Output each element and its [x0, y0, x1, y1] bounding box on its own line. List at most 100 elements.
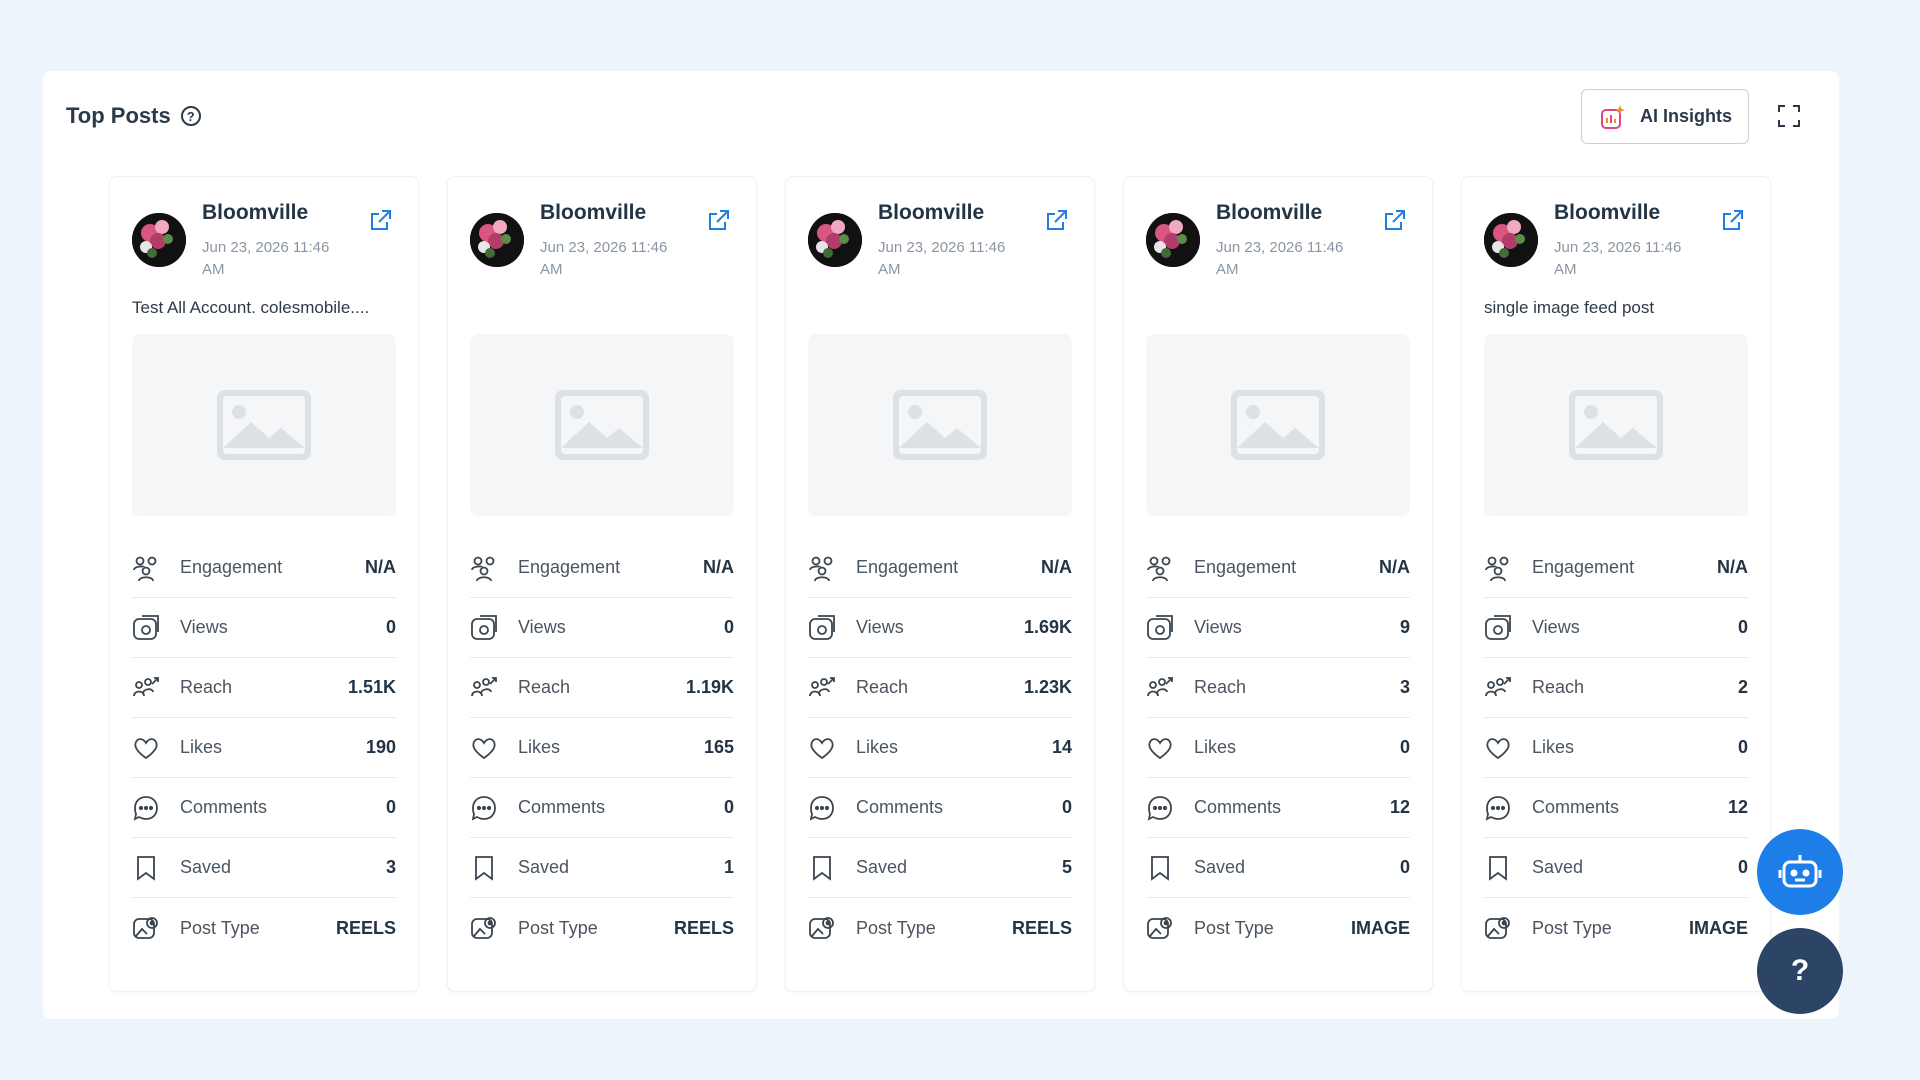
metric-likes: Likes 0	[1484, 718, 1748, 778]
reach-icon	[1484, 674, 1512, 702]
external-link-icon[interactable]	[706, 209, 730, 233]
post-card-header: Bloomville Jun 23, 2026 11:46 AM	[132, 177, 396, 292]
metric-engagement: Engagement N/A	[1146, 538, 1410, 598]
external-link-icon[interactable]	[368, 209, 392, 233]
metric-post-type: Post Type REELS	[470, 898, 734, 958]
post-cards: Bloomville Jun 23, 2026 11:46 AM Test Al…	[109, 176, 1771, 992]
views-icon	[808, 614, 836, 642]
metric-value: IMAGE	[1350, 917, 1410, 938]
metric-value: REELS	[1011, 917, 1072, 938]
metric-post-type: Post Type REELS	[808, 898, 1072, 958]
post-date: Jun 23, 2026 11:46 AM	[202, 239, 330, 278]
metric-value: 165	[703, 737, 734, 757]
metric-reach: Reach 2	[1484, 658, 1748, 718]
avatar	[132, 213, 186, 267]
metric-post-type: Post Type IMAGE	[1146, 898, 1410, 958]
panel-title-wrap: Top Posts ?	[66, 103, 201, 129]
external-link-icon[interactable]	[1044, 209, 1068, 233]
bookmark-icon	[132, 854, 160, 882]
metric-label: Post Type	[1194, 917, 1274, 938]
views-icon	[470, 614, 498, 642]
metric-value: 0	[1737, 617, 1748, 637]
engagement-icon	[470, 554, 498, 582]
metric-engagement: Engagement N/A	[808, 538, 1072, 598]
metric-engagement: Engagement N/A	[470, 538, 734, 598]
external-link-icon[interactable]	[1382, 209, 1406, 233]
image-placeholder-icon	[893, 390, 987, 460]
heart-icon	[1146, 734, 1174, 762]
metric-label: Comments	[856, 797, 944, 817]
metric-label: Saved	[856, 857, 908, 877]
comment-icon	[1484, 794, 1512, 822]
bookmark-icon	[1146, 854, 1174, 882]
metric-label: Reach	[518, 677, 571, 697]
external-link-icon[interactable]	[1720, 209, 1744, 233]
metric-label: Saved	[1532, 857, 1584, 877]
engagement-icon	[1146, 554, 1174, 582]
metric-value: 1	[723, 857, 734, 877]
heart-icon	[470, 734, 498, 762]
views-icon	[132, 614, 160, 642]
metric-reach: Reach 3	[1146, 658, 1410, 718]
metric-likes: Likes 14	[808, 718, 1072, 778]
metric-label: Likes	[1532, 737, 1575, 757]
metric-label: Comments	[1194, 797, 1282, 817]
heart-icon	[1484, 734, 1512, 762]
bookmark-icon	[808, 854, 836, 882]
post-card-header: Bloomville Jun 23, 2026 11:46 AM	[1146, 177, 1410, 292]
post-metrics: Engagement N/A Views 9 Reach 3 Likes 0 Comments 1…	[1146, 538, 1410, 958]
post-media-placeholder	[132, 334, 396, 516]
reach-icon	[132, 674, 160, 702]
ai-insights-label: AI Insights	[1640, 106, 1733, 126]
chatbot-button[interactable]	[1757, 829, 1843, 915]
metric-value: 12	[1727, 797, 1748, 817]
metric-label: Views	[1532, 617, 1580, 637]
ai-insights-button[interactable]: AI Insights	[1581, 89, 1749, 144]
metric-label: Engagement	[518, 557, 621, 577]
post-caption: single image feed post	[1484, 298, 1655, 317]
bookmark-icon	[470, 854, 498, 882]
metric-likes: Likes 190	[132, 718, 396, 778]
post-type-icon	[1146, 914, 1174, 942]
post-card-header: Bloomville Jun 23, 2026 11:46 AM	[470, 177, 734, 292]
fullscreen-icon	[1778, 105, 1800, 127]
avatar	[1484, 213, 1538, 267]
metric-value: REELS	[335, 917, 396, 938]
metric-value: 0	[1737, 857, 1748, 877]
metric-label: Likes	[180, 737, 223, 757]
post-date: Jun 23, 2026 11:46 AM	[540, 239, 668, 278]
post-date: Jun 23, 2026 11:46 AM	[1554, 239, 1682, 278]
post-date: Jun 23, 2026 11:46 AM	[1216, 239, 1344, 278]
post-media-placeholder	[1484, 334, 1748, 516]
heart-icon	[132, 734, 160, 762]
account-name: Bloomville	[202, 201, 309, 224]
metric-value: 0	[723, 617, 734, 637]
metric-label: Views	[1194, 617, 1242, 637]
ai-chart-sparkle-icon	[1601, 104, 1625, 129]
question-circle-icon[interactable]: ?	[180, 106, 201, 126]
metric-label: Likes	[1194, 737, 1237, 757]
fullscreen-button[interactable]	[1767, 94, 1811, 138]
post-card-1: Bloomville Jun 23, 2026 11:46 AM Test Al…	[109, 176, 419, 992]
metric-label: Engagement	[856, 557, 959, 577]
post-metrics: Engagement N/A Views 1.69K Reach 1.23K Likes 14…	[808, 538, 1072, 958]
metric-value: 9	[1399, 617, 1410, 637]
post-card-header: Bloomville Jun 23, 2026 11:46 AM	[1484, 177, 1748, 292]
metric-value: N/A	[1379, 557, 1410, 577]
help-button[interactable]: ?	[1757, 928, 1843, 1014]
post-media-placeholder	[808, 334, 1072, 516]
post-caption	[470, 292, 734, 334]
metric-post-type: Post Type REELS	[132, 898, 396, 958]
post-caption	[808, 292, 1072, 334]
metric-label: Comments	[518, 797, 606, 817]
metric-label: Engagement	[1194, 557, 1297, 577]
image-placeholder-icon	[555, 390, 649, 460]
metric-label: Likes	[518, 737, 561, 757]
post-media-placeholder	[470, 334, 734, 516]
metric-saved: Saved 5	[808, 838, 1072, 898]
metric-value: 1.23K	[1023, 677, 1072, 697]
metric-label: Saved	[1194, 857, 1246, 877]
metric-label: Reach	[180, 677, 233, 697]
metric-label: Reach	[856, 677, 909, 697]
post-card-2: Bloomville Jun 23, 2026 11:46 AM Engagem…	[447, 176, 757, 992]
